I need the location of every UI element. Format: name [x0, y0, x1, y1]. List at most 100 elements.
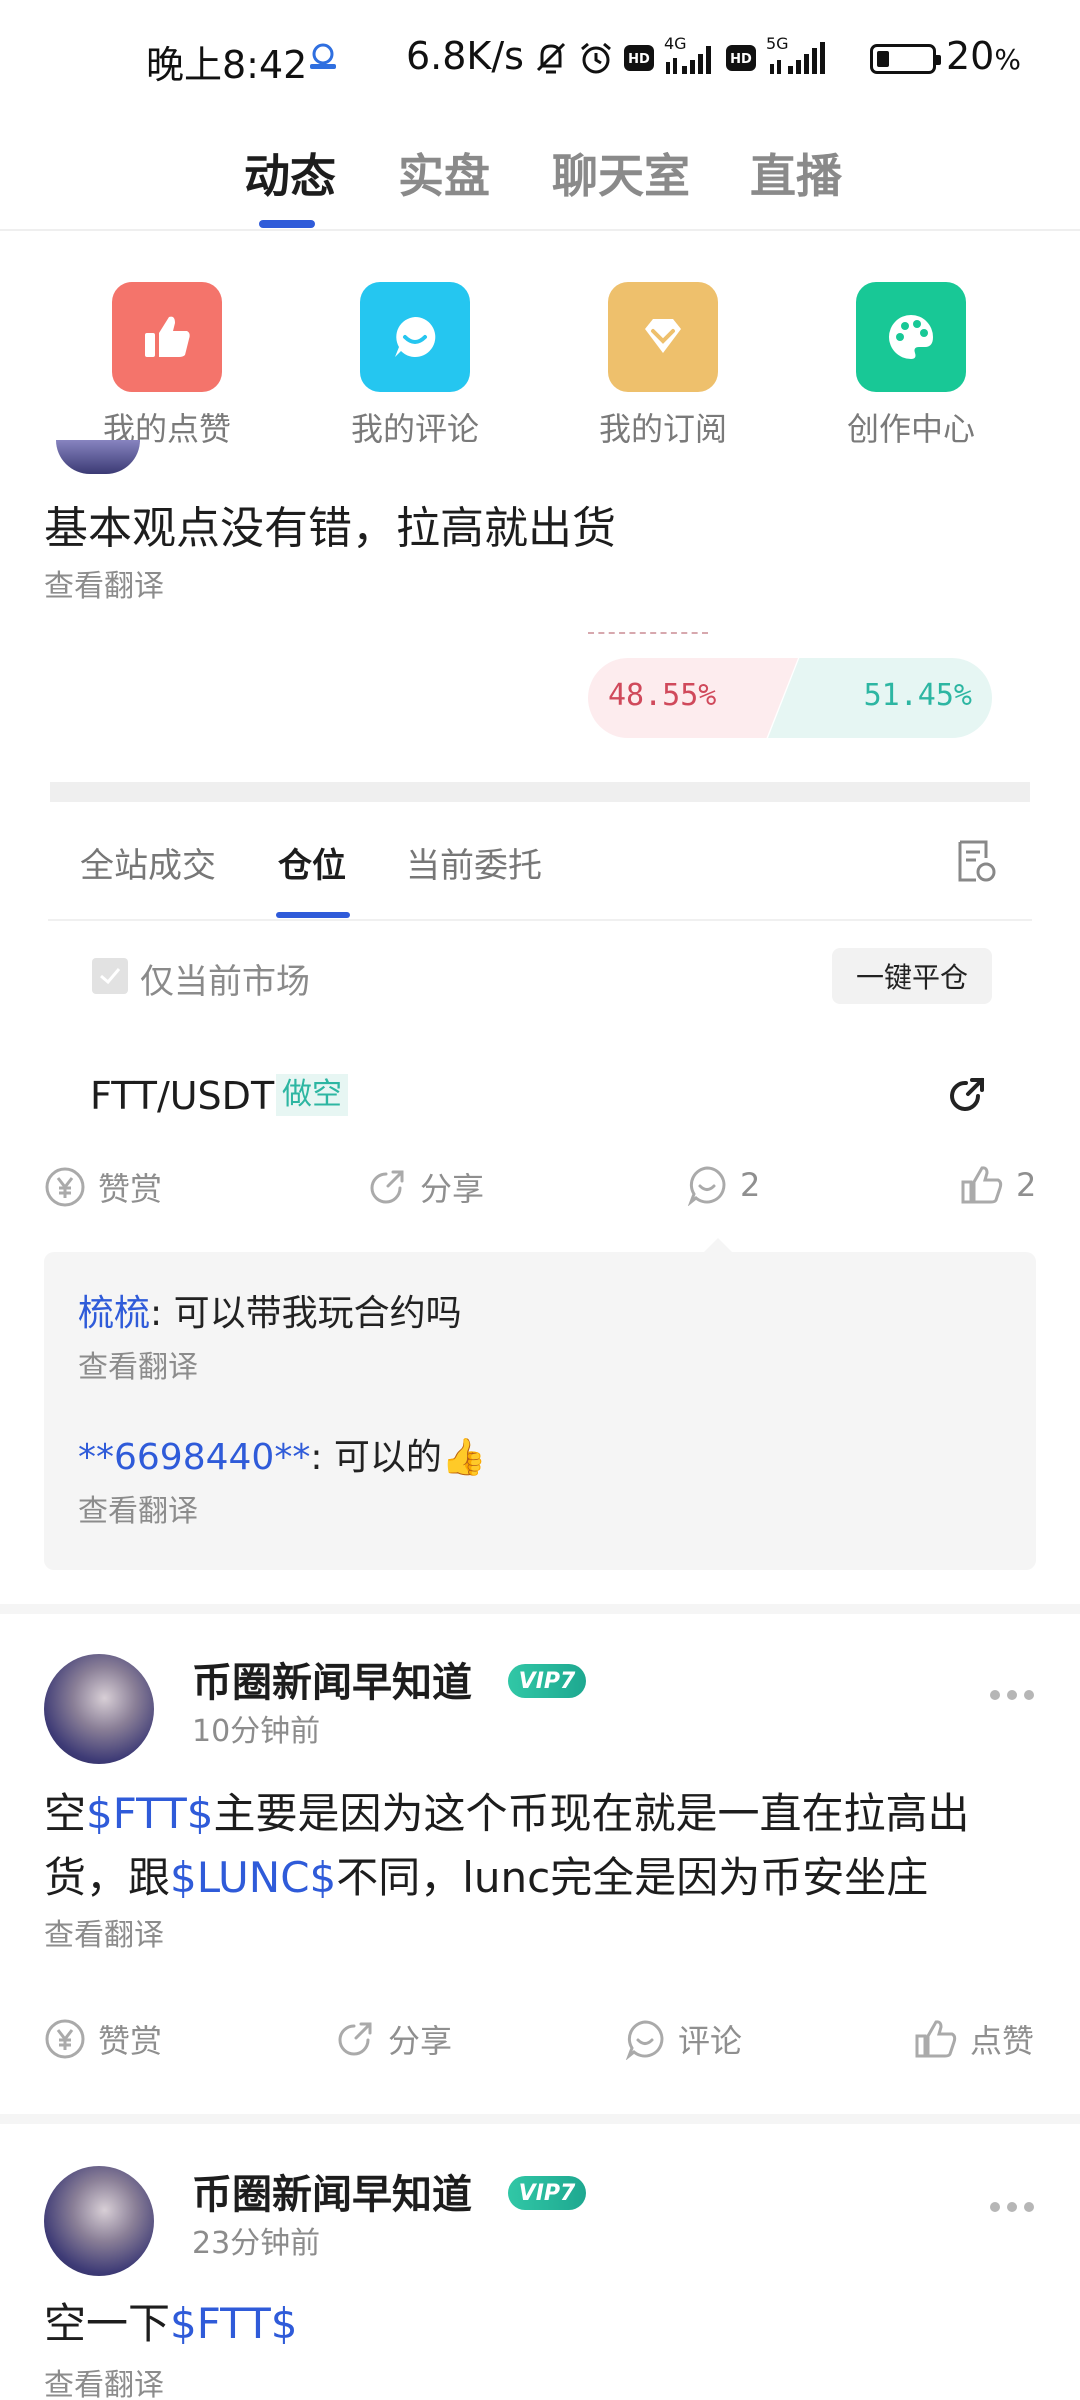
status-icons: HD 4G HD 5G [534, 34, 828, 78]
status-bar: 晚上8:42 6.8K/s HD 4G HD 5G 20% [0, 0, 1080, 118]
embed-top-bar [50, 782, 1030, 802]
only-current-market-label: 仅当前市场 [140, 962, 310, 1002]
reward-button[interactable]: 赞赏 [44, 2016, 162, 2062]
close-all-button[interactable]: 一键平仓 [832, 948, 992, 1004]
share-label: 分享 [420, 1170, 485, 1208]
comment-item[interactable]: **6698440**: 可以的👍 [78, 1428, 487, 1480]
tile-my-comments[interactable]: 我的评论 [330, 282, 500, 450]
comment-label: 评论 [678, 2022, 743, 2060]
reward-button[interactable]: 赞赏 [44, 1164, 162, 1210]
tab-chatroom[interactable]: 聊天室 [552, 140, 690, 206]
yen-coin-icon [45, 1167, 85, 1207]
translate-link[interactable]: 查看翻译 [78, 1342, 198, 1386]
tile-label: 创作中心 [846, 410, 975, 448]
palette-icon [856, 282, 966, 392]
only-current-market-checkbox[interactable] [92, 958, 128, 994]
comment-text: 可以带我玩合约吗 [173, 1293, 462, 1334]
coin-tag[interactable]: $FTT$ [170, 2299, 297, 2348]
network-speed: 6.8K/s [406, 34, 524, 78]
comment-item[interactable]: 梳梳: 可以带我玩合约吗 [78, 1284, 462, 1336]
post-time: 23分钟前 [192, 2226, 321, 2261]
dashed-line [588, 632, 708, 634]
short-ratio-value: 51.45% [863, 678, 972, 713]
long-short-ratio-bar: 48.55% 51.45% [588, 658, 992, 738]
thumbs-up-icon [112, 282, 222, 392]
comment-user[interactable]: 梳梳 [78, 1293, 150, 1334]
post-author[interactable]: 币圈新闻早知道 [192, 2162, 472, 2220]
post-body: 基本观点没有错，拉高就出货 [44, 503, 616, 554]
thumbs-up-outline-icon [915, 2020, 957, 2058]
share-label: 分享 [388, 2022, 453, 2060]
post-actions: 赞赏 分享 2 2 [0, 1164, 1080, 1216]
battery-icon [870, 44, 941, 74]
signal-4g-icon: 4G [664, 34, 716, 76]
hd-icon-2: HD [726, 45, 756, 71]
long-ratio-value: 48.55% [608, 678, 717, 713]
coin-tag[interactable]: $FTT$ [86, 1789, 213, 1838]
hd-icon: HD [624, 45, 654, 71]
comment-outline-icon [687, 1166, 726, 1206]
tab-livestream[interactable]: 直播 [750, 140, 842, 206]
reward-label: 赞赏 [98, 2022, 163, 2060]
more-icon[interactable] [990, 1690, 1034, 1702]
like-button[interactable]: 2 [960, 1164, 1036, 1206]
post-author[interactable]: 币圈新闻早知道 [192, 1650, 472, 1708]
tile-label: 我的评论 [350, 410, 479, 448]
comment-text: 可以的👍 [333, 1437, 487, 1478]
tab-dynamic[interactable]: 动态 [244, 140, 336, 206]
more-icon[interactable] [990, 2202, 1034, 2214]
post-body: 空一下$FTT$ [44, 2299, 298, 2348]
diamond-icon [608, 282, 718, 392]
tile-my-likes[interactable]: 我的点赞 [82, 282, 252, 450]
comment-button[interactable]: 评论 [624, 2016, 742, 2062]
alarm-icon [581, 42, 611, 74]
signal-5g-icon: 5G [766, 34, 828, 76]
order-history-icon[interactable] [954, 838, 996, 884]
share-position-icon[interactable] [944, 1074, 988, 1118]
battery-percent: 20% [946, 34, 1021, 78]
mute-bell-icon [536, 42, 566, 74]
reward-label: 赞赏 [98, 1170, 163, 1208]
section-separator [0, 2114, 1080, 2124]
comment-icon [360, 282, 470, 392]
app-notification-icon [310, 43, 336, 69]
comment-count: 2 [740, 1166, 761, 1204]
translate-link[interactable]: 查看翻译 [78, 1486, 198, 1530]
avatar[interactable] [44, 1654, 154, 1764]
yen-coin-icon [45, 2019, 85, 2059]
post-body: 空$FTT$主要是因为这个币现在就是一直在拉高出货，跟$LUNC$不同，lunc… [44, 1789, 970, 1902]
comment-user[interactable]: **6698440** [78, 1437, 310, 1478]
like-button[interactable]: 点赞 [914, 2016, 1034, 2062]
translate-link[interactable]: 查看翻译 [44, 2360, 164, 2400]
active-tab-indicator [259, 220, 315, 228]
comment-button[interactable]: 2 [686, 1164, 760, 1206]
svg-text:HD: HD [730, 52, 752, 67]
share-icon [370, 1170, 404, 1204]
tab-live-trading[interactable]: 实盘 [398, 140, 490, 206]
tab-all-trades[interactable]: 全站成交 [80, 838, 216, 887]
quick-tiles: 我的点赞 我的评论 我的订阅 创作中心 [0, 282, 1080, 452]
like-count: 2 [1016, 1166, 1037, 1204]
svg-text:HD: HD [628, 52, 650, 67]
avatar[interactable] [44, 2166, 154, 2276]
share-button[interactable]: 分享 [334, 2016, 452, 2062]
header-divider [0, 229, 1080, 231]
post-time: 10分钟前 [192, 1714, 321, 1749]
embed-divider [48, 919, 1032, 921]
tile-label: 我的订阅 [598, 410, 727, 448]
tab-open-orders[interactable]: 当前委托 [406, 838, 542, 887]
coin-tag[interactable]: $LUNC$ [170, 1853, 336, 1902]
section-separator [0, 1604, 1080, 1614]
translate-link[interactable]: 查看翻译 [44, 561, 164, 605]
translate-link[interactable]: 查看翻译 [44, 1910, 164, 1954]
tab-positions[interactable]: 仓位 [278, 838, 346, 887]
thumbs-up-outline-icon [961, 1166, 1003, 1204]
avatar[interactable] [56, 440, 140, 474]
subtab-indicator [276, 912, 350, 918]
tile-creator-center[interactable]: 创作中心 [826, 282, 996, 450]
status-time: 晚上8:42 [146, 43, 308, 87]
share-icon [338, 2022, 372, 2056]
trading-pair: FTT/USDT [90, 1074, 275, 1118]
tile-my-subscriptions[interactable]: 我的订阅 [578, 282, 748, 450]
share-button[interactable]: 分享 [366, 1164, 484, 1210]
